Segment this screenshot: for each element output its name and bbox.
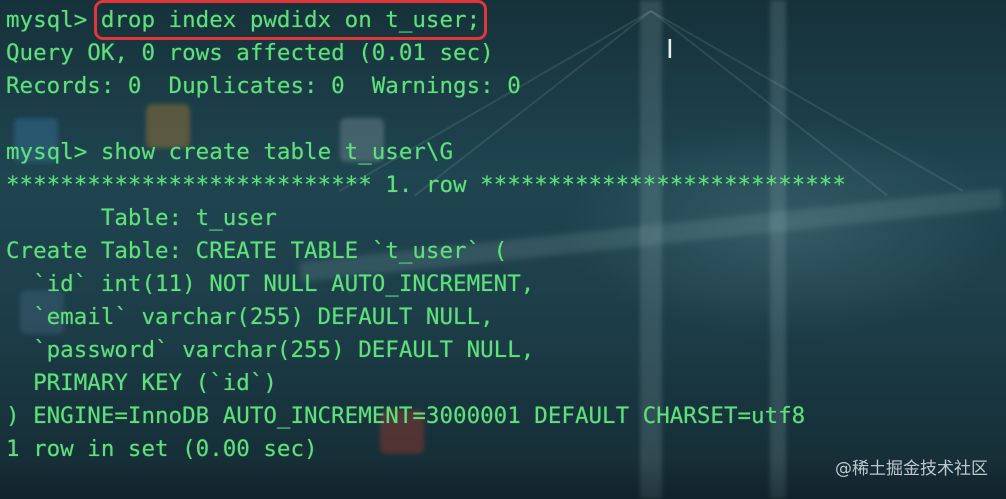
highlighted-command: drop index pwdidx on t_user; bbox=[93, 0, 488, 40]
terminal-line: mysql> drop index pwdidx on t_user; bbox=[6, 0, 996, 40]
terminal-command: show create table t_user\G bbox=[100, 139, 454, 165]
terminal-line: mysql> show create table t_user\G bbox=[6, 136, 996, 169]
table-name-line: Table: t_user bbox=[6, 205, 277, 231]
column-definition-line: `email` varchar(255) DEFAULT NULL, bbox=[6, 304, 494, 330]
text-cursor-ibeam-icon: I bbox=[666, 35, 674, 65]
mysql-terminal[interactable]: mysql> drop index pwdidx on t_user; Quer… bbox=[6, 0, 996, 466]
mysql-prompt: mysql> bbox=[6, 139, 88, 165]
column-definition-line: `password` varchar(255) DEFAULT NULL, bbox=[6, 337, 535, 363]
column-definition-line: `id` int(11) NOT NULL AUTO_INCREMENT, bbox=[6, 271, 535, 297]
watermark: @稀土掘金技术社区 bbox=[835, 459, 988, 479]
row-separator-line: *************************** 1. row *****… bbox=[6, 172, 846, 198]
create-table-line: Create Table: CREATE TABLE `t_user` ( bbox=[6, 238, 508, 264]
primary-key-line: PRIMARY KEY (`id`) bbox=[6, 370, 277, 396]
terminal-output-line: Query OK, 0 rows affected (0.01 sec) bbox=[6, 40, 494, 66]
mysql-prompt: mysql> bbox=[6, 7, 88, 33]
terminal-output-line: Records: 0 Duplicates: 0 Warnings: 0 bbox=[6, 73, 521, 99]
engine-line: ) ENGINE=InnoDB AUTO_INCREMENT=3000001 D… bbox=[6, 403, 806, 429]
